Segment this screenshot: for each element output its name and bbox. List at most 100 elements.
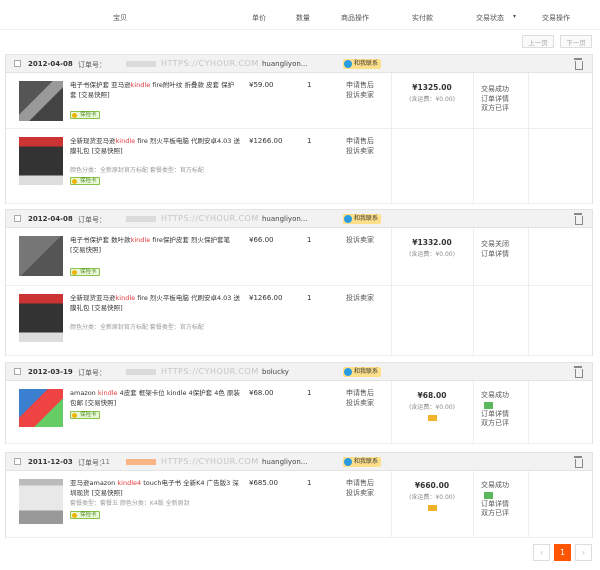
next-page-button[interactable]: 下一页	[560, 35, 592, 48]
contact-seller-button[interactable]: 和我联系	[343, 457, 382, 467]
order-checkbox[interactable]	[14, 215, 21, 222]
product-thumbnail[interactable]	[19, 81, 63, 121]
order-body: 电子书保护套 数叶款kindle fire保护皮套 烈火保护套笔 [交易快照] …	[6, 228, 592, 356]
order-card: 2011-12-03 订单号： 11 HTTPS://CYHOUR.COM hu…	[5, 452, 593, 538]
product-props: 颜色分类：全新原封官方标配 套餐类型：官方标配	[70, 167, 204, 174]
logistics-icon[interactable]	[484, 491, 493, 499]
bottom-pager: ‹ 1 ›	[533, 544, 592, 561]
product-thumbnail[interactable]	[19, 294, 63, 342]
order-payment: ¥660.00 (含运费：¥0.00)	[396, 481, 468, 513]
order-status: 交易成功 订单详情 双方已评	[481, 391, 541, 429]
order-header: 2012-04-08 订单号： HTTPS://CYHOUR.COM huang…	[6, 210, 592, 228]
product-title[interactable]: 全新现货亚马逊kindle fire 烈火平板电脑 代刷安卓4.03 送膜礼包 …	[70, 294, 240, 313]
review-status[interactable]: 双方已评	[481, 419, 541, 429]
trash-icon[interactable]	[574, 58, 583, 70]
order-body: 电子书保护套 亚马逊kindle fire附叶纹 折叠款 皮套 保护套 [交易快…	[6, 73, 592, 204]
shipping-note: (含运费：¥0.00)	[409, 96, 455, 103]
col-item-ops: 商品操作	[341, 14, 369, 22]
order-body: amazon kindle 4皮套 框架卡位 kindle 4保护套 4色 原装…	[6, 381, 592, 444]
product-title[interactable]: 电子书保护套 亚马逊kindle fire附叶纹 折叠款 皮套 保护套 [交易快…	[70, 81, 240, 100]
col-trade-ops: 交易操作	[542, 14, 570, 22]
col-item: 宝贝	[113, 14, 127, 22]
paid-amount: ¥660.00	[414, 481, 450, 490]
trash-icon[interactable]	[574, 456, 583, 468]
refund-link[interactable]: 申请售后	[346, 479, 374, 489]
contact-seller-button[interactable]: 和我联系	[343, 367, 382, 377]
insurance-badge[interactable]: 保险卡	[70, 511, 100, 519]
insurance-badge[interactable]: 保险卡	[70, 268, 100, 276]
order-checkbox[interactable]	[14, 458, 21, 465]
order-date: 2011-12-03	[28, 458, 73, 466]
chat-icon	[344, 215, 352, 223]
contact-seller-button[interactable]: 和我联系	[343, 214, 382, 224]
product-title[interactable]: 亚马逊amazon kindle4 touch电子书 全新K4 广告版3 深圳现…	[70, 479, 240, 498]
order-detail-link[interactable]: 订单详情	[481, 500, 541, 510]
order-no-label: 订单号：	[78, 216, 106, 224]
order-detail-link[interactable]: 订单详情	[481, 95, 541, 105]
refund-link[interactable]: 申请售后	[346, 389, 374, 399]
col-trade-status[interactable]: 交易状态	[476, 13, 504, 23]
review-status[interactable]: 双方已评	[481, 104, 541, 114]
order-detail-link[interactable]: 订单详情	[481, 250, 541, 260]
status-text: 交易成功	[481, 85, 509, 93]
complain-link[interactable]: 投诉卖家	[346, 236, 374, 246]
complain-link[interactable]: 投诉卖家	[346, 147, 374, 157]
seller-name[interactable]: huangliyon...	[262, 215, 307, 223]
contact-seller-button[interactable]: 和我联系	[343, 59, 382, 69]
product-thumbnail[interactable]	[19, 479, 63, 524]
status-text: 交易成功	[481, 391, 509, 399]
shipping-note: (含运费：¥0.00)	[409, 404, 455, 411]
next-arrow-icon[interactable]: ›	[575, 544, 592, 561]
insurance-badge[interactable]: 保险卡	[70, 111, 100, 119]
seller-name[interactable]: huangliyon...	[262, 60, 307, 68]
order-detail-link[interactable]: 订单详情	[481, 410, 541, 420]
item-ops: 申请售后 投诉卖家	[346, 81, 374, 100]
alipay-icon[interactable]	[427, 505, 437, 511]
prev-arrow-icon[interactable]: ‹	[533, 544, 550, 561]
seller-name[interactable]: huangliyon...	[262, 458, 307, 466]
redacted-order-number	[126, 459, 156, 465]
complain-link[interactable]: 投诉卖家	[346, 294, 374, 304]
product-title[interactable]: amazon kindle 4皮套 框架卡位 kindle 4保护套 4色 原装…	[70, 389, 240, 408]
order-checkbox[interactable]	[14, 60, 21, 67]
insurance-badge[interactable]: 保险卡	[70, 411, 100, 419]
seller-name[interactable]: bolucky	[262, 368, 289, 376]
order-number: 11	[101, 458, 110, 466]
chat-icon	[344, 458, 352, 466]
chevron-down-icon[interactable]: ▾	[513, 13, 516, 20]
complain-link[interactable]: 投诉卖家	[346, 91, 374, 101]
unit-price: ¥685.00	[249, 479, 278, 487]
product-title[interactable]: 全新现货亚马逊kindle fire 烈火平板电脑 代刷安卓4.03 送膜礼包 …	[70, 137, 240, 156]
watermark: HTTPS://CYHOUR.COM	[161, 214, 259, 223]
refund-link[interactable]: 申请售后	[346, 137, 374, 147]
order-header: 2012-03-19 订单号： HTTPS://CYHOUR.COM boluc…	[6, 363, 592, 381]
order-checkbox[interactable]	[14, 368, 21, 375]
order-status: 交易成功 订单详情 双方已评	[481, 85, 541, 114]
product-thumbnail[interactable]	[19, 389, 63, 427]
unit-price: ¥66.00	[249, 236, 274, 244]
product-thumbnail[interactable]	[19, 236, 63, 276]
prev-page-button[interactable]: 上一页	[522, 35, 554, 48]
chat-icon	[344, 60, 352, 68]
review-status[interactable]: 双方已评	[481, 509, 541, 519]
refund-link[interactable]: 申请售后	[346, 81, 374, 91]
trash-icon[interactable]	[574, 213, 583, 225]
quantity: 1	[307, 294, 312, 302]
logistics-icon[interactable]	[484, 401, 493, 409]
shipping-note: (含运费：¥0.00)	[409, 494, 455, 501]
trash-icon[interactable]	[574, 366, 583, 378]
unit-price: ¥1266.00	[249, 294, 283, 302]
insurance-badge[interactable]: 保险卡	[70, 177, 100, 185]
current-page-button[interactable]: 1	[554, 544, 571, 561]
col-unit-price: 单价	[252, 14, 266, 22]
complain-link[interactable]: 投诉卖家	[346, 399, 374, 409]
product-thumbnail[interactable]	[19, 137, 63, 185]
complain-link[interactable]: 投诉卖家	[346, 489, 374, 499]
order-date: 2012-04-08	[28, 215, 73, 223]
paid-amount: ¥1325.00	[412, 83, 452, 92]
product-title[interactable]: 电子书保护套 数叶款kindle fire保护皮套 烈火保护套笔 [交易快照]	[70, 236, 240, 255]
status-text: 交易关闭	[481, 240, 509, 248]
alipay-icon[interactable]	[427, 415, 437, 421]
order-card: 2012-03-19 订单号： HTTPS://CYHOUR.COM boluc…	[5, 362, 593, 444]
order-header: 2012-04-08 订单号： HTTPS://CYHOUR.COM huang…	[6, 55, 592, 73]
